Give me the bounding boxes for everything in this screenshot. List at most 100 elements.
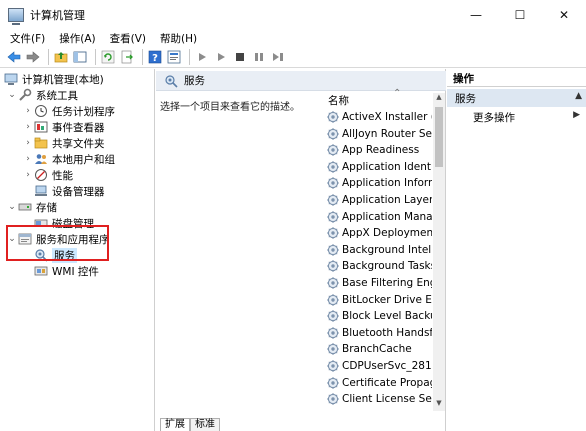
up-folder-icon[interactable] — [53, 49, 69, 65]
more-actions-item[interactable]: 更多操作 — [473, 110, 515, 125]
services-pane: 服务 选择一个项目来查看它的描述。 名称 ⌃ ActiveX Installer… — [156, 69, 446, 431]
menu-file[interactable]: 文件(F) — [0, 31, 52, 46]
service-row[interactable]: Application Identity — [326, 159, 432, 175]
minimize-button[interactable]: — — [454, 0, 498, 30]
console-tree: 计算机管理(本地) ⌄ 系统工具 › 任务计划程序 › 事件查看器 › 共享文件… — [0, 69, 155, 431]
tab-standard[interactable]: 标准 — [190, 418, 220, 431]
service-gear-icon — [326, 326, 340, 340]
service-name: AllJoyn Router Service — [342, 127, 432, 140]
scroll-up-icon[interactable]: ▲ — [433, 93, 445, 105]
tree-item-local-users[interactable]: › 本地用户和组 — [22, 151, 115, 167]
menu-help[interactable]: 帮助(H) — [153, 31, 204, 46]
service-row[interactable]: AppX Deployment Service — [326, 225, 432, 241]
refresh-icon[interactable] — [100, 49, 116, 65]
service-row[interactable]: Certificate Propagation — [326, 375, 432, 391]
service-name: Application Information — [342, 177, 432, 190]
pause-icon[interactable] — [251, 49, 267, 65]
scroll-thumb[interactable] — [435, 107, 443, 167]
close-button[interactable]: ✕ — [542, 0, 586, 30]
tree-root[interactable]: 计算机管理(本地) — [4, 71, 104, 87]
toolbar-separator — [142, 48, 143, 65]
service-name: Background Intelligent Transfer Service — [342, 243, 432, 256]
service-row[interactable]: Block Level Backup Engine Service — [326, 308, 432, 324]
service-name: Certificate Propagation — [342, 376, 432, 389]
restart-icon[interactable] — [270, 49, 286, 65]
service-row[interactable]: Application Layer Gateway Service — [326, 192, 432, 208]
gear-search-icon — [164, 74, 178, 88]
clock-icon — [34, 104, 48, 118]
scroll-down-icon[interactable]: ▼ — [433, 399, 445, 411]
service-row[interactable]: App Readiness — [326, 142, 419, 158]
tab-extended[interactable]: 扩展 — [160, 418, 190, 431]
device-manager-icon — [34, 184, 48, 198]
service-gear-icon — [326, 210, 340, 224]
tree-item-shared-folders[interactable]: › 共享文件夹 — [22, 135, 104, 151]
storage-icon — [18, 200, 32, 214]
performance-icon — [34, 168, 48, 182]
service-name: ActiveX Installer (AxInstSV) — [342, 111, 432, 123]
service-row[interactable]: Application Management — [326, 209, 432, 225]
tree-item-task-scheduler[interactable]: › 任务计划程序 — [22, 103, 115, 119]
menu-view[interactable]: 查看(V) — [103, 31, 153, 46]
vertical-scrollbar[interactable]: ▲ ▼ — [433, 93, 445, 411]
service-row[interactable]: Bluetooth Handsfree Service — [326, 325, 432, 341]
tree-item-storage[interactable]: ⌄ 存储 — [6, 199, 57, 215]
service-row[interactable]: Background Intelligent Transfer Service — [326, 242, 432, 258]
tools-icon — [18, 88, 32, 102]
services-pane-title: 服务 — [184, 75, 205, 87]
actions-section-services[interactable]: 服务 ▲ — [447, 89, 586, 107]
service-row[interactable]: Client License Service — [326, 391, 432, 407]
toolbar-separator — [189, 48, 190, 65]
chevron-right-icon[interactable]: › — [22, 138, 34, 148]
service-name: Application Management — [342, 210, 432, 223]
tree-item-event-viewer[interactable]: › 事件查看器 — [22, 119, 104, 135]
collapse-up-icon[interactable]: ▲ — [575, 91, 582, 101]
service-row[interactable]: ActiveX Installer (AxInstSV) — [326, 109, 432, 125]
chevron-right-icon[interactable]: › — [22, 170, 34, 180]
submenu-arrow-icon[interactable]: ▶ — [573, 110, 580, 120]
maximize-button[interactable]: ☐ — [498, 0, 542, 30]
play-icon[interactable] — [194, 49, 210, 65]
service-row[interactable]: Base Filtering Engine — [326, 275, 432, 291]
services-pane-header: 服务 — [156, 71, 446, 91]
tree-item-device-manager[interactable]: 设备管理器 — [34, 183, 105, 199]
computer-icon — [4, 72, 18, 86]
toolbar-separator — [48, 48, 49, 65]
chevron-down-icon[interactable]: ⌄ — [6, 90, 18, 100]
users-icon — [34, 152, 48, 166]
computer-management-icon — [8, 8, 24, 25]
wmi-control-icon — [34, 264, 48, 278]
show-hide-tree-icon[interactable] — [72, 49, 88, 65]
menu-action[interactable]: 操作(A) — [52, 31, 102, 46]
service-name: Bluetooth Handsfree Service — [342, 326, 432, 339]
service-row[interactable]: BranchCache — [326, 341, 412, 357]
service-row[interactable]: BitLocker Drive Encryption Service — [326, 292, 432, 308]
service-name: Background Tasks Infrastructure Service — [342, 260, 432, 273]
export-icon[interactable] — [119, 49, 135, 65]
forward-icon[interactable] — [25, 49, 41, 65]
tree-root-label: 计算机管理(本地) — [22, 73, 104, 86]
service-row[interactable]: Application Information — [326, 175, 432, 191]
play-alt-icon[interactable] — [213, 49, 229, 65]
toolbar: ? — [0, 46, 586, 68]
service-row[interactable]: Background Tasks Infrastructure Service — [326, 258, 432, 274]
stop-icon[interactable] — [232, 49, 248, 65]
chevron-right-icon[interactable]: › — [22, 154, 34, 164]
tree-item-performance[interactable]: › 性能 — [22, 167, 73, 183]
properties-icon[interactable] — [166, 49, 182, 65]
window-controls: — ☐ ✕ — [454, 0, 586, 30]
back-icon[interactable] — [6, 49, 22, 65]
toolbar-separator — [95, 48, 96, 65]
service-gear-icon — [326, 359, 340, 373]
tree-item-system-tools[interactable]: ⌄ 系统工具 — [6, 87, 78, 103]
service-row[interactable]: AllJoyn Router Service — [326, 126, 432, 142]
help-icon[interactable]: ? — [147, 49, 163, 65]
chevron-right-icon[interactable]: › — [22, 122, 34, 132]
chevron-right-icon[interactable]: › — [22, 106, 34, 116]
column-header-name[interactable]: 名称 ⌃ — [326, 88, 446, 109]
service-gear-icon — [326, 110, 340, 124]
tree-item-wmi[interactable]: WMI 控件 — [34, 263, 99, 279]
service-gear-icon — [326, 309, 340, 323]
chevron-down-icon[interactable]: ⌄ — [6, 202, 18, 212]
service-row[interactable]: CDPUserSvc_2815c — [326, 358, 432, 374]
